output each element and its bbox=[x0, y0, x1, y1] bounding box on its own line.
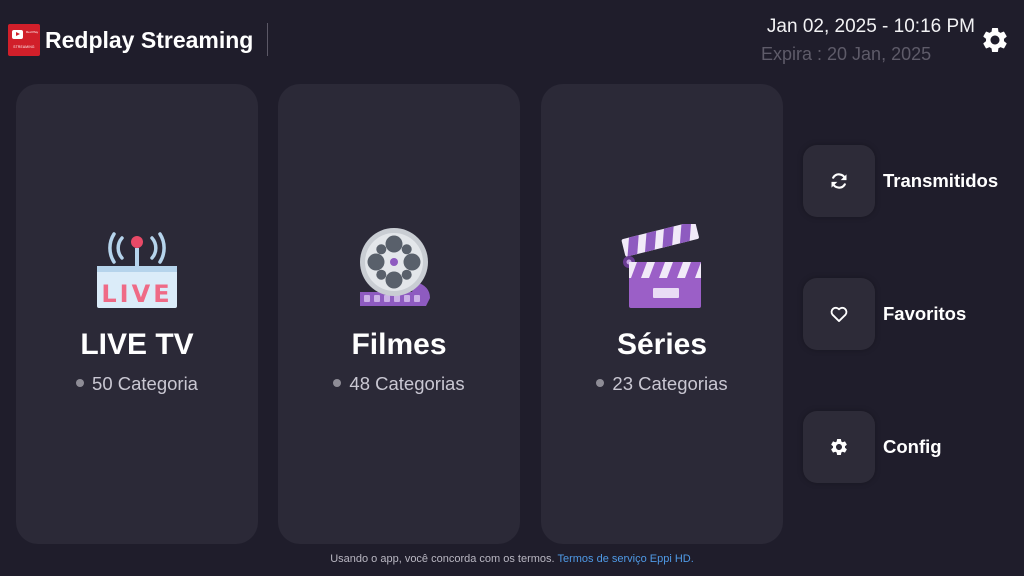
category-count: 23 Categorias bbox=[612, 373, 728, 394]
category-count: 50 Categoria bbox=[92, 373, 198, 394]
filmes-card[interactable]: Filmes 48 Categorias bbox=[278, 84, 520, 544]
bullet-dot bbox=[333, 379, 342, 388]
bullet-dot bbox=[596, 379, 605, 388]
film-reel-icon bbox=[360, 228, 430, 306]
card-subtitle: 48 Categorias bbox=[278, 373, 520, 395]
gear-icon bbox=[983, 27, 1007, 52]
card-subtitle: 50 Categoria bbox=[16, 373, 258, 395]
header: Red Play STREAMING Redplay Streaming Jan… bbox=[0, 0, 1024, 80]
header-divider bbox=[267, 23, 268, 56]
live-tv-card[interactable]: LIVE LIVE TV 50 Categoria bbox=[16, 84, 258, 544]
gear-icon bbox=[831, 439, 847, 455]
transmitidos-button[interactable]: Transmitidos bbox=[803, 145, 1023, 217]
app-title: Redplay Streaming bbox=[45, 27, 254, 53]
card-title: Séries bbox=[616, 328, 708, 361]
footer: Usando o app, você concorda com os termo… bbox=[0, 553, 1024, 565]
current-datetime: Jan 02, 2025 - 10:16 PM bbox=[766, 16, 975, 37]
card-subtitle: 23 Categorias bbox=[541, 373, 783, 395]
favoritos-icon-box bbox=[803, 278, 875, 350]
side-item-label: Transmitidos bbox=[883, 170, 999, 191]
side-item-label: Favoritos bbox=[883, 303, 967, 324]
logo-text: Red Play bbox=[26, 30, 39, 34]
bullet-dot bbox=[76, 379, 85, 388]
svg-text:LIVE: LIVE bbox=[101, 280, 172, 308]
play-icon bbox=[12, 30, 23, 39]
expiry-date: Expira : 20 Jan, 2025 bbox=[761, 44, 932, 64]
series-card[interactable]: Séries 23 Categorias bbox=[541, 84, 783, 544]
category-count: 48 Categorias bbox=[349, 373, 465, 394]
logo-subtext: STREAMING bbox=[13, 45, 35, 49]
transmitidos-icon-box bbox=[803, 145, 875, 217]
terms-link[interactable]: Termos de serviço Eppi HD. bbox=[557, 553, 693, 565]
config-button[interactable]: Config bbox=[803, 411, 1023, 483]
refresh-icon bbox=[831, 173, 847, 189]
app-logo: Red Play STREAMING bbox=[8, 24, 40, 56]
live-tv-antenna-icon: LIVE bbox=[97, 232, 177, 308]
settings-button[interactable] bbox=[980, 25, 1010, 55]
footer-text: Usando o app, você concorda com os termo… bbox=[330, 553, 555, 565]
side-item-label: Config bbox=[883, 436, 942, 457]
favoritos-button[interactable]: Favoritos bbox=[803, 278, 1023, 350]
heart-icon bbox=[830, 306, 848, 322]
card-title: LIVE TV bbox=[80, 328, 194, 361]
clapperboard-icon bbox=[621, 224, 701, 308]
card-title: Filmes bbox=[351, 328, 447, 361]
config-icon-box bbox=[803, 411, 875, 483]
